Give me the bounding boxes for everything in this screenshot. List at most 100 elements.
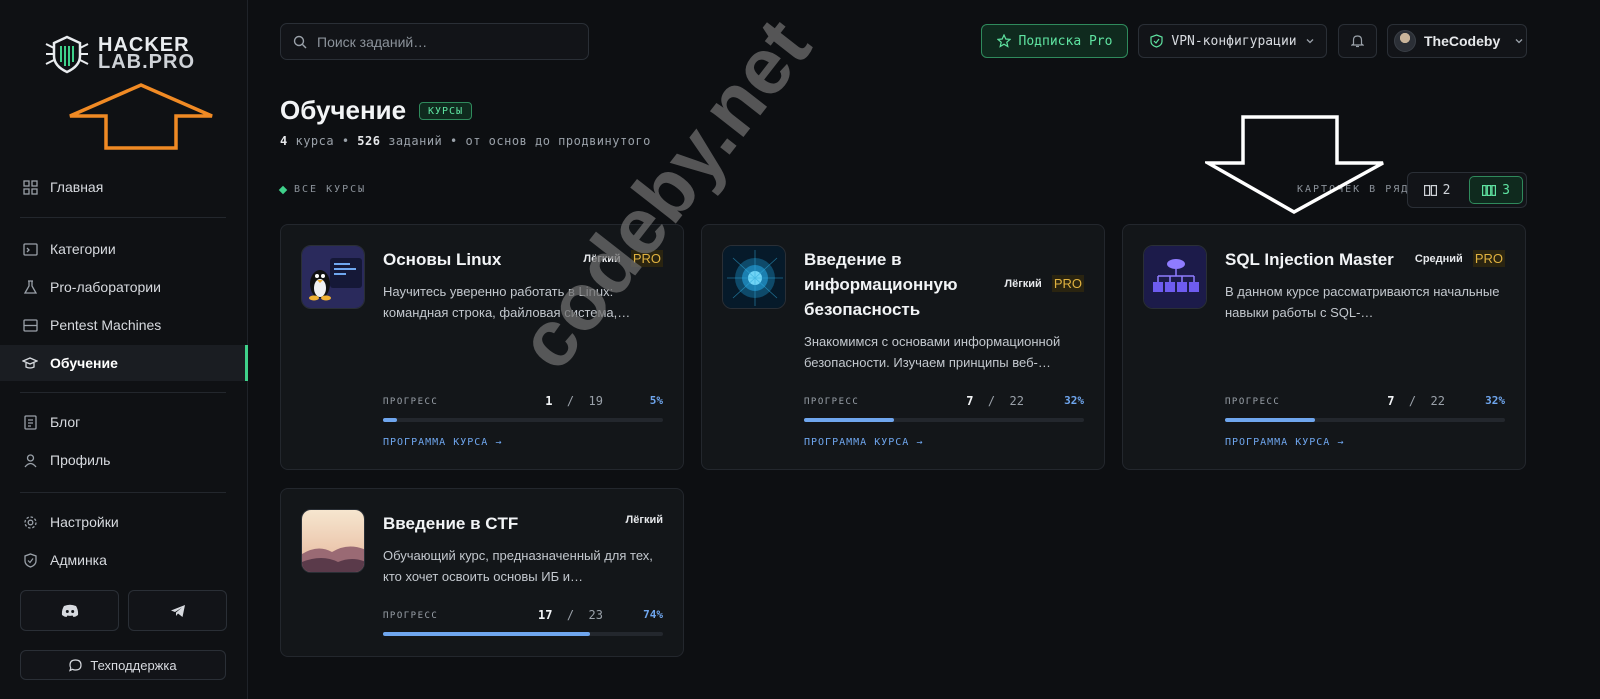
document-icon — [22, 414, 38, 430]
search-input[interactable] — [317, 33, 567, 50]
annotation-arrow-up-icon — [69, 83, 213, 150]
sidebar-item-learning[interactable]: Обучение — [0, 345, 248, 381]
courses-count: 4 — [280, 134, 288, 148]
star-icon — [996, 34, 1011, 48]
progress-bar — [383, 418, 663, 422]
course-card[interactable]: Основы Linux Лёгкий PRO Научитесь уверен… — [280, 224, 684, 470]
sidebar: HACKER LAB.PRO Главная Категории Pro-лаб… — [0, 0, 248, 699]
vpn-config-label: VPN-конфигурации — [1171, 33, 1297, 49]
course-description: В данном курсе рассматриваются начальные… — [1225, 284, 1500, 320]
progress-bar — [1225, 418, 1505, 422]
progress-label: ПРОГРЕСС — [383, 397, 439, 407]
two-columns-label: 2 — [1442, 182, 1451, 198]
progress-total: 22 — [1430, 394, 1445, 408]
course-program-link[interactable]: ПРОГРАММА КУРСА → — [804, 437, 923, 448]
discord-icon — [61, 604, 78, 617]
sidebar-item-label: Категории — [50, 241, 116, 257]
sidebar-item-label: Обучение — [50, 355, 118, 371]
sidebar-item-blog[interactable]: Блог — [0, 404, 248, 440]
course-card[interactable]: SQL Injection Master Средний PRO В данно… — [1122, 224, 1526, 470]
level-badge: Средний — [1414, 252, 1463, 265]
progress-total: 19 — [588, 394, 603, 408]
course-description: Научитесь уверенно работать в Linux: ком… — [383, 284, 631, 320]
sidebar-item-label: Блог — [50, 414, 81, 430]
flask-icon — [22, 279, 38, 295]
level-badge: Лёгкий — [625, 514, 663, 526]
logo-line2: LAB.PRO — [98, 51, 195, 73]
graduation-cap-icon — [22, 355, 38, 371]
progress-percent: 74% — [643, 608, 663, 621]
support-label: Техподдержка — [90, 657, 177, 673]
course-thumbnail-ctf — [301, 509, 365, 573]
sidebar-item-label: Настройки — [50, 514, 119, 530]
sidebar-item-profile[interactable]: Профиль — [0, 442, 248, 478]
sidebar-item-pentest-machines[interactable]: Pentest Machines — [0, 307, 248, 343]
section-label: ВСЕ КУРСЫ — [278, 184, 366, 195]
course-thumbnail-infosec — [722, 245, 786, 309]
progress-percent: 5% — [649, 394, 663, 407]
pro-badge: PRO — [630, 250, 663, 267]
bell-icon — [1351, 35, 1364, 48]
logo[interactable]: HACKER LAB.PRO — [44, 34, 195, 74]
course-program-link[interactable]: ПРОГРАММА КУРСА → — [1225, 437, 1344, 448]
progress-done: 7 — [966, 394, 974, 408]
sidebar-item-label: Pentest Machines — [50, 317, 162, 333]
course-meta: Лёгкий — [626, 514, 663, 526]
vpn-config-button[interactable]: VPN-конфигурации — [1138, 24, 1327, 58]
pro-subscription-button[interactable]: Подписка Pro — [981, 24, 1128, 58]
level-badge: Лёгкий — [1004, 277, 1042, 290]
terminal-icon — [22, 241, 38, 257]
two-columns-button[interactable]: 2 — [1411, 176, 1463, 204]
progress-bar-fill — [383, 632, 591, 636]
search-box[interactable] — [280, 23, 589, 60]
course-meta: Средний PRO — [1415, 250, 1505, 267]
divider — [20, 492, 226, 493]
nav-group: Категории Pro-лаборатории Pentest Machin… — [0, 231, 248, 381]
user-icon — [22, 452, 38, 468]
sidebar-item-label: Админка — [50, 552, 107, 568]
level-badge: Лёгкий — [583, 252, 621, 265]
progress-count: 7 / 22 — [1387, 394, 1445, 408]
three-columns-button[interactable]: 3 — [1469, 176, 1523, 204]
notifications-button[interactable] — [1338, 24, 1377, 58]
pro-subscription-label: Подписка Pro — [1018, 33, 1113, 49]
user-menu[interactable]: TheCodeby — [1387, 24, 1527, 58]
progress-percent: 32% — [1485, 394, 1505, 407]
sidebar-item-settings[interactable]: Настройки — [0, 504, 248, 540]
course-meta: Лёгкий PRO — [1004, 275, 1084, 292]
page-title: Обучение — [280, 95, 407, 125]
telegram-button[interactable] — [128, 590, 227, 631]
shield-check-icon — [1150, 34, 1163, 48]
diamond-icon — [278, 185, 288, 194]
progress-bar-fill — [804, 418, 894, 422]
three-columns-label: 3 — [1502, 182, 1510, 198]
telegram-icon — [170, 604, 185, 617]
progress-count: 7 / 22 — [966, 394, 1024, 408]
progress-percent: 32% — [1064, 394, 1084, 407]
progress-done: 7 — [1387, 394, 1395, 408]
discord-button[interactable] — [20, 590, 119, 631]
progress-count: 17 / 23 — [537, 608, 603, 622]
sidebar-item-home[interactable]: Главная — [0, 169, 248, 205]
sidebar-item-admin[interactable]: Админка — [0, 542, 248, 578]
sidebar-item-categories[interactable]: Категории — [0, 231, 248, 267]
username: TheCodeby — [1424, 33, 1501, 49]
avatar — [1394, 30, 1416, 52]
cards-per-row-toggle: 2 3 — [1407, 172, 1527, 208]
progress-bar — [804, 418, 1084, 422]
gear-icon — [22, 514, 38, 530]
course-card[interactable]: Введение в информационную безопасность Л… — [701, 224, 1105, 470]
pro-badge: PRO — [1472, 250, 1505, 267]
support-button[interactable]: Техподдержка — [20, 650, 226, 680]
course-program-link[interactable]: ПРОГРАММА КУРСА → — [383, 437, 502, 448]
progress-bar-fill — [1225, 418, 1315, 422]
course-thumbnail-sql — [1143, 245, 1207, 309]
shield-icon — [22, 552, 38, 568]
pro-badge: PRO — [1051, 275, 1084, 292]
course-card[interactable]: Введение в CTF Лёгкий Обучающий курс, пр… — [280, 488, 684, 657]
progress-label: ПРОГРЕСС — [383, 611, 439, 621]
progress-total: 22 — [1009, 394, 1024, 408]
sidebar-item-pro-labs[interactable]: Pro-лаборатории — [0, 269, 248, 305]
progress-done: 1 — [545, 394, 553, 408]
course-title: Основы Linux — [383, 250, 502, 269]
